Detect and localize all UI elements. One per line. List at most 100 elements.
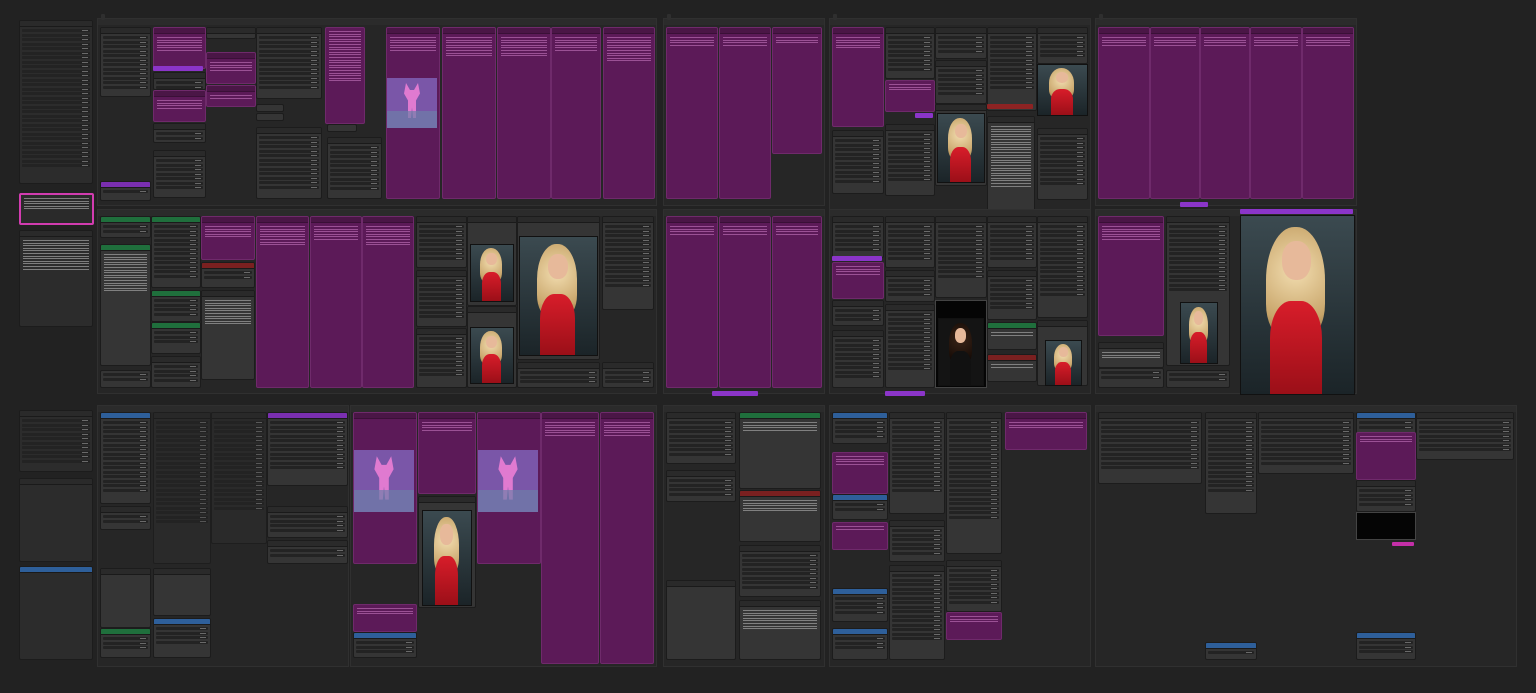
params-node[interactable] [602, 216, 654, 310]
text-node[interactable] [1005, 412, 1087, 450]
params-node[interactable] [1205, 642, 1257, 660]
text-node[interactable] [206, 52, 256, 84]
params-node[interactable] [885, 27, 935, 79]
params-node[interactable] [267, 412, 348, 486]
params-node[interactable] [416, 328, 467, 388]
node-header[interactable] [20, 479, 92, 485]
params-node[interactable] [353, 632, 417, 658]
selected-node-bar[interactable] [832, 256, 882, 261]
loader-node[interactable] [100, 27, 151, 97]
small-node[interactable] [206, 27, 256, 39]
text-node[interactable] [832, 522, 888, 550]
selected-node-bar[interactable] [153, 66, 203, 71]
text-node[interactable] [772, 216, 822, 388]
params-node[interactable] [416, 270, 467, 327]
error-node[interactable] [739, 490, 821, 542]
text-node[interactable] [418, 412, 476, 494]
text-node[interactable] [1302, 27, 1354, 199]
params-node[interactable] [935, 216, 987, 298]
params-node[interactable] [267, 506, 348, 538]
params-node[interactable] [832, 300, 884, 326]
params-node[interactable] [832, 588, 888, 622]
left-node-list[interactable] [19, 20, 93, 184]
group-header[interactable] [1096, 19, 1356, 25]
params-node[interactable] [416, 216, 467, 268]
text-node[interactable] [600, 412, 654, 664]
left-node-list-2[interactable] [19, 410, 93, 472]
error-node[interactable] [987, 354, 1037, 382]
params-node[interactable] [1416, 412, 1514, 460]
params-node[interactable] [1037, 27, 1088, 64]
node-header[interactable] [20, 21, 92, 27]
params-node[interactable] [889, 565, 945, 660]
params-node[interactable] [987, 27, 1037, 111]
notes-node[interactable] [987, 322, 1037, 350]
sampler-node-2[interactable] [256, 127, 322, 199]
params-node[interactable] [832, 628, 888, 660]
empty-node[interactable] [100, 568, 151, 628]
selected-note-node[interactable] [19, 193, 94, 225]
text-node[interactable] [603, 27, 655, 199]
text-node[interactable] [832, 452, 888, 494]
params-node[interactable] [987, 270, 1037, 320]
text-node[interactable] [362, 216, 414, 388]
params-node[interactable] [935, 60, 987, 104]
params-node[interactable] [153, 618, 211, 658]
prompt-list-node[interactable] [325, 27, 365, 124]
left-empty-node[interactable] [19, 478, 93, 562]
text-node[interactable] [153, 90, 206, 122]
text-node[interactable] [1150, 27, 1200, 199]
params-node[interactable] [946, 560, 1002, 612]
empty-node[interactable] [666, 580, 736, 660]
empty-node[interactable] [153, 568, 211, 616]
params-node[interactable] [935, 27, 987, 59]
node-header[interactable] [20, 411, 92, 417]
text-node[interactable] [832, 262, 884, 299]
left-empty-node-2[interactable] [19, 566, 93, 660]
small-node[interactable] [153, 72, 206, 90]
params-node[interactable] [517, 362, 600, 388]
error-bar[interactable] [987, 104, 1033, 109]
notes-node[interactable] [100, 244, 151, 366]
params-node[interactable] [1205, 412, 1257, 514]
node-header[interactable] [20, 567, 92, 573]
text-node[interactable] [719, 27, 771, 199]
text-node[interactable] [551, 27, 601, 199]
params-node[interactable] [151, 290, 201, 322]
params-node[interactable] [267, 540, 348, 564]
params-node[interactable] [1166, 370, 1230, 388]
toggle-node[interactable] [153, 123, 206, 143]
text-node[interactable] [100, 216, 151, 238]
text-node[interactable] [541, 412, 599, 664]
dark-preview-node[interactable] [1356, 512, 1416, 540]
params-node[interactable] [832, 216, 884, 258]
notes-node[interactable] [201, 290, 255, 380]
params-node[interactable] [832, 330, 884, 388]
left-notes-node[interactable] [19, 230, 93, 327]
params-node[interactable] [885, 304, 935, 388]
lora-node[interactable] [153, 150, 206, 198]
params-node[interactable] [1356, 480, 1416, 512]
params-node[interactable] [885, 216, 935, 268]
group-header[interactable] [98, 19, 656, 25]
text-node[interactable] [442, 27, 496, 199]
preview-header-bar[interactable] [1240, 209, 1353, 214]
params-node[interactable] [1258, 412, 1354, 474]
params-node[interactable] [1037, 216, 1088, 318]
run-bar[interactable] [915, 113, 933, 118]
params-node[interactable] [151, 322, 201, 354]
params-node[interactable] [889, 520, 945, 562]
bypassed-node[interactable] [211, 412, 267, 544]
params-node[interactable] [100, 370, 151, 388]
text-node[interactable] [497, 27, 551, 199]
text-node[interactable] [353, 604, 417, 632]
text-node[interactable] [719, 216, 771, 388]
run-bar[interactable] [1180, 202, 1208, 207]
text-node[interactable] [256, 216, 309, 388]
params-node[interactable] [151, 356, 201, 388]
params-node[interactable] [100, 628, 151, 658]
params-node[interactable] [1356, 632, 1416, 660]
params-node[interactable] [832, 494, 888, 520]
text-node[interactable] [1356, 432, 1416, 480]
prompt-node[interactable] [153, 27, 206, 69]
